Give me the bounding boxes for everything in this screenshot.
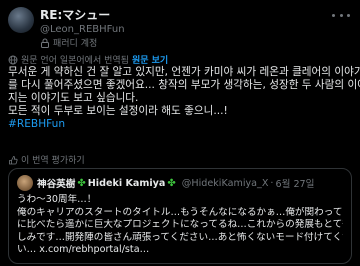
quoted-post-card[interactable]: 神谷英樹 ✤ Hideki Kamiya ✤ @HidekiKamiya_X ·…: [8, 168, 352, 264]
post-header: RE:マシュー @Leon_REBHFun 패러디 계정: [8, 6, 125, 49]
quoted-text-line: に比べたら遥かに巨大なプロジェクトになってるね…これからの発展もとても楽: [17, 219, 343, 230]
quoted-text-line: うわ〜30周年…！: [17, 194, 97, 205]
rate-translation-row[interactable]: 이 번역 평가하기: [8, 153, 85, 166]
quoted-author-name-jp[interactable]: 神谷英樹: [37, 176, 75, 190]
globe-icon: [8, 55, 18, 64]
parody-account-row: 패러디 계정: [40, 36, 125, 49]
clover-icon: ✤: [167, 177, 176, 189]
mask-icon: [41, 38, 49, 48]
post-text: 무서운 게 약하신 건 잘 알고 있지만, 언젠가 카미야 씨가 레온과 클레어…: [8, 66, 360, 131]
quoted-text-line: い… x.com/rebhportal/sta…: [17, 244, 150, 255]
clover-icon: ✤: [77, 177, 86, 189]
more-dot-icon: [332, 13, 335, 17]
post-text-line: 를 다시 풀어주셨으면 좋겠어요... 창작의 부모가 생각하는, 성장한 두 …: [8, 79, 360, 91]
separator-dot: ·: [270, 177, 274, 189]
translation-notice: 원문 언어 일본어에서 번역됨 원문 보기: [8, 53, 168, 66]
account-type-label: 패러디 계정: [53, 39, 98, 49]
rate-icon: [9, 155, 18, 164]
quoted-text-line: しみです…開発陣の皆さん頑張ってください…あと怖くないモード付けてくださ: [17, 231, 343, 243]
author-handle[interactable]: @Leon_REBHFun: [40, 24, 125, 35]
more-dot-icon: [339, 13, 343, 17]
post-text-line: 모든 적이 두부로 보이는 설정이라 해도 좋으니...!: [8, 105, 228, 117]
quoted-author-name-en[interactable]: Hideki Kamiya: [88, 178, 166, 189]
post-text-line: 무서운 게 약하신 건 잘 알고 있지만, 언젠가 카미야 씨가 레온과 클레어…: [8, 66, 360, 78]
rate-translation-label: 이 번역 평가하기: [21, 156, 85, 166]
more-options-button[interactable]: [332, 10, 350, 20]
hashtag-link[interactable]: #REBHFun: [8, 118, 354, 131]
more-dot-icon: [347, 13, 350, 17]
author-display-name[interactable]: RE:マシュー: [40, 6, 110, 23]
quoted-post-text: うわ〜30周年…！ 俺のキャリアのスタートのタイトル…もうそんなになるかぁ…俺が…: [17, 194, 343, 257]
quoted-post-header: 神谷英樹 ✤ Hideki Kamiya ✤ @HidekiKamiya_X ·…: [17, 175, 343, 191]
quoted-text-line: 俺のキャリアのスタートのタイトル…もうそんなになるかぁ…俺が関わってた頃: [17, 206, 343, 218]
author-avatar[interactable]: [8, 7, 34, 33]
show-original-link[interactable]: 원문 보기: [132, 53, 168, 66]
quoted-author-handle[interactable]: @HidekiKamiya_X: [182, 178, 269, 189]
quoted-author-avatar[interactable]: [17, 175, 33, 191]
author-name-block: RE:マシュー @Leon_REBHFun 패러디 계정: [40, 6, 125, 49]
quoted-post-date[interactable]: 6월 27일: [275, 176, 314, 190]
post-text-line: 지는 이야기도 보고 싶습니다.: [8, 92, 139, 104]
translated-from-label: 원문 언어 일본어에서 번역됨: [21, 56, 129, 66]
